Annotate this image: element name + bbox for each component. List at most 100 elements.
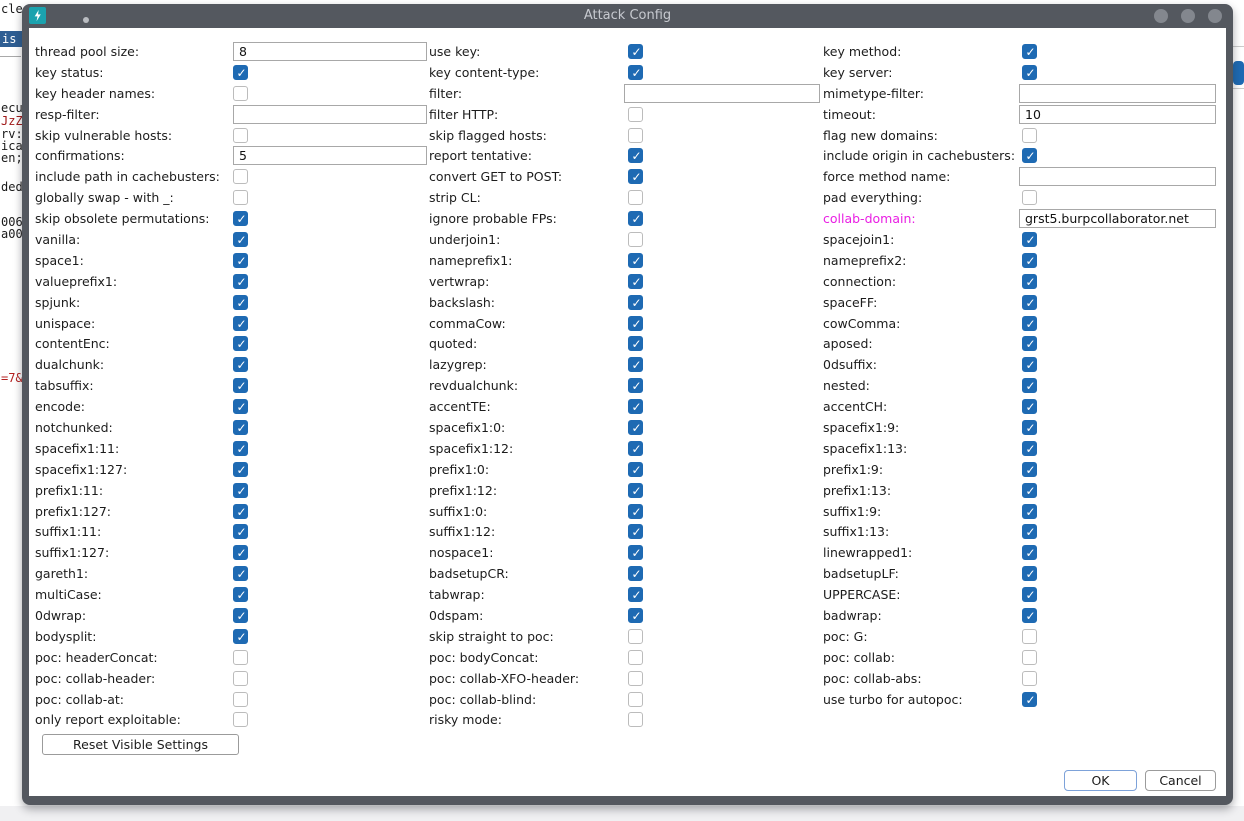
spacejoin1-checkbox[interactable] bbox=[1022, 232, 1037, 247]
timeout-input[interactable] bbox=[1019, 105, 1216, 124]
prefix1-11-checkbox[interactable] bbox=[233, 483, 248, 498]
skip-vulnerable-hosts-checkbox[interactable] bbox=[233, 128, 248, 143]
key-header-names-checkbox[interactable] bbox=[233, 86, 248, 101]
convert-get-to-post-checkbox[interactable] bbox=[628, 169, 643, 184]
filter-input[interactable] bbox=[624, 84, 820, 103]
poc-collab-abs-checkbox[interactable] bbox=[1022, 671, 1037, 686]
multicase-checkbox[interactable] bbox=[233, 587, 248, 602]
filter-http-checkbox[interactable] bbox=[628, 107, 643, 122]
suffix1-12-checkbox[interactable] bbox=[628, 524, 643, 539]
collab-domain-input[interactable] bbox=[1019, 209, 1216, 228]
spacefix1-9-checkbox[interactable] bbox=[1022, 420, 1037, 435]
linewrapped1-checkbox[interactable] bbox=[1022, 545, 1037, 560]
spacefix1-13-checkbox[interactable] bbox=[1022, 441, 1037, 456]
prefix1-12-checkbox[interactable] bbox=[628, 483, 643, 498]
backslash-checkbox[interactable] bbox=[628, 295, 643, 310]
spacefix1-11-checkbox[interactable] bbox=[233, 441, 248, 456]
prefix1-13-checkbox[interactable] bbox=[1022, 483, 1037, 498]
poc-collab-header-checkbox[interactable] bbox=[233, 671, 248, 686]
notchunked-checkbox[interactable] bbox=[233, 420, 248, 435]
underjoin1-checkbox[interactable] bbox=[628, 232, 643, 247]
space1-checkbox[interactable] bbox=[233, 253, 248, 268]
accentch-checkbox[interactable] bbox=[1022, 399, 1037, 414]
nested-checkbox[interactable] bbox=[1022, 378, 1037, 393]
badwrap-checkbox[interactable] bbox=[1022, 608, 1037, 623]
reset-visible-settings-button[interactable]: Reset Visible Settings bbox=[42, 734, 239, 755]
revdualchunk-checkbox[interactable] bbox=[628, 378, 643, 393]
report-tentative-checkbox[interactable] bbox=[628, 148, 643, 163]
poc-collab-xfo-header-checkbox[interactable] bbox=[628, 671, 643, 686]
strip-cl-checkbox[interactable] bbox=[628, 190, 643, 205]
ignore-probable-fps-checkbox[interactable] bbox=[628, 211, 643, 226]
nameprefix1-checkbox[interactable] bbox=[628, 253, 643, 268]
nospace1-checkbox[interactable] bbox=[628, 545, 643, 560]
tabsuffix-checkbox[interactable] bbox=[233, 378, 248, 393]
poc-headerconcat-checkbox[interactable] bbox=[233, 650, 248, 665]
vanilla-checkbox[interactable] bbox=[233, 232, 248, 247]
poc-collab-blind-checkbox[interactable] bbox=[628, 692, 643, 707]
risky-mode-checkbox[interactable] bbox=[628, 712, 643, 727]
0dsuffix-checkbox[interactable] bbox=[1022, 357, 1037, 372]
confirmations-input[interactable] bbox=[233, 146, 427, 165]
skip-flagged-hosts-checkbox[interactable] bbox=[628, 128, 643, 143]
dualchunk-checkbox[interactable] bbox=[233, 357, 248, 372]
poc-collab-at-checkbox[interactable] bbox=[233, 692, 248, 707]
titlebar[interactable]: Attack Config bbox=[22, 4, 1233, 28]
spacefix1-0-checkbox[interactable] bbox=[628, 420, 643, 435]
commacow-checkbox[interactable] bbox=[628, 316, 643, 331]
badsetuplf-checkbox[interactable] bbox=[1022, 566, 1037, 581]
pad-everything-checkbox[interactable] bbox=[1022, 190, 1037, 205]
uppercase-checkbox[interactable] bbox=[1022, 587, 1037, 602]
include-origin-in-cachebusters-checkbox[interactable] bbox=[1022, 148, 1037, 163]
lazygrep-checkbox[interactable] bbox=[628, 357, 643, 372]
ok-button[interactable]: OK bbox=[1064, 770, 1137, 791]
tabwrap-checkbox[interactable] bbox=[628, 587, 643, 602]
0dspam-checkbox[interactable] bbox=[628, 608, 643, 623]
nameprefix2-checkbox[interactable] bbox=[1022, 253, 1037, 268]
badsetupcr-checkbox[interactable] bbox=[628, 566, 643, 581]
cancel-button[interactable]: Cancel bbox=[1145, 770, 1216, 791]
suffix1-9-checkbox[interactable] bbox=[1022, 504, 1037, 519]
0dwrap-checkbox[interactable] bbox=[233, 608, 248, 623]
spacefix1-12-checkbox[interactable] bbox=[628, 441, 643, 456]
flag-new-domains-checkbox[interactable] bbox=[1022, 128, 1037, 143]
use-turbo-for-autopoc-checkbox[interactable] bbox=[1022, 692, 1037, 707]
use-key-checkbox[interactable] bbox=[628, 44, 643, 59]
connection-checkbox[interactable] bbox=[1022, 274, 1037, 289]
poc-bodyconcat-checkbox[interactable] bbox=[628, 650, 643, 665]
gareth1-checkbox[interactable] bbox=[233, 566, 248, 581]
encode-checkbox[interactable] bbox=[233, 399, 248, 414]
skip-obsolete-permutations-checkbox[interactable] bbox=[233, 211, 248, 226]
aposed-checkbox[interactable] bbox=[1022, 336, 1037, 351]
poc-g-checkbox[interactable] bbox=[1022, 629, 1037, 644]
valueprefix1-checkbox[interactable] bbox=[233, 274, 248, 289]
force-method-name-input[interactable] bbox=[1019, 167, 1216, 186]
suffix1-0-checkbox[interactable] bbox=[628, 504, 643, 519]
key-method-checkbox[interactable] bbox=[1022, 44, 1037, 59]
mimetype-filter-input[interactable] bbox=[1019, 84, 1216, 103]
suffix1-13-checkbox[interactable] bbox=[1022, 524, 1037, 539]
suffix1-127-checkbox[interactable] bbox=[233, 545, 248, 560]
cowcomma-checkbox[interactable] bbox=[1022, 316, 1037, 331]
suffix1-11-checkbox[interactable] bbox=[233, 524, 248, 539]
accentte-checkbox[interactable] bbox=[628, 399, 643, 414]
only-report-exploitable-checkbox[interactable] bbox=[233, 712, 248, 727]
vertwrap-checkbox[interactable] bbox=[628, 274, 643, 289]
spaceff-checkbox[interactable] bbox=[1022, 295, 1037, 310]
window-button-close[interactable] bbox=[1208, 9, 1222, 23]
bodysplit-checkbox[interactable] bbox=[233, 629, 248, 644]
key-status-checkbox[interactable] bbox=[233, 65, 248, 80]
resp-filter-input[interactable] bbox=[233, 105, 427, 124]
prefix1-0-checkbox[interactable] bbox=[628, 462, 643, 477]
spjunk-checkbox[interactable] bbox=[233, 295, 248, 310]
prefix1-127-checkbox[interactable] bbox=[233, 504, 248, 519]
quoted-checkbox[interactable] bbox=[628, 336, 643, 351]
prefix1-9-checkbox[interactable] bbox=[1022, 462, 1037, 477]
skip-straight-to-poc-checkbox[interactable] bbox=[628, 629, 643, 644]
poc-collab-checkbox[interactable] bbox=[1022, 650, 1037, 665]
globally-swap-with-checkbox[interactable] bbox=[233, 190, 248, 205]
key-server-checkbox[interactable] bbox=[1022, 65, 1037, 80]
spacefix1-127-checkbox[interactable] bbox=[233, 462, 248, 477]
include-path-in-cachebusters-checkbox[interactable] bbox=[233, 169, 248, 184]
window-button-maximize[interactable] bbox=[1181, 9, 1195, 23]
